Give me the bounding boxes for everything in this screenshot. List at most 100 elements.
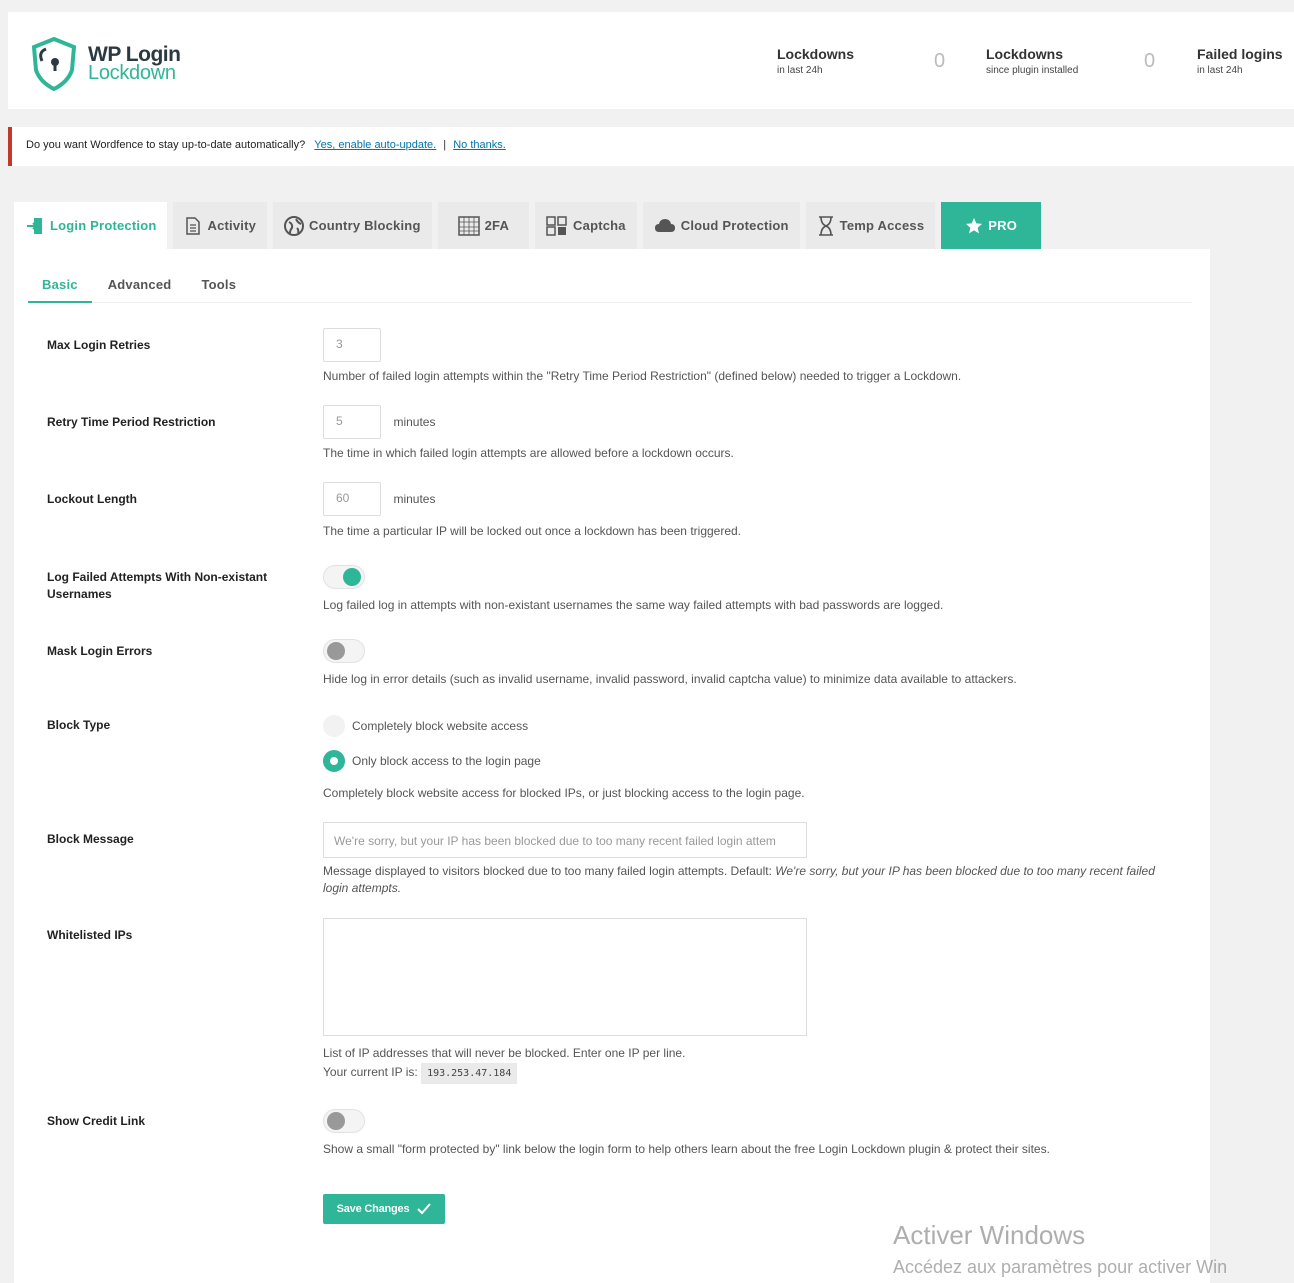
brand-line-2: Lockdown (88, 62, 176, 84)
grid-icon (457, 215, 480, 236)
save-changes-button[interactable]: Save Changes (323, 1194, 445, 1224)
wp-login-lockdown-logo: WP Login Lockdown (28, 36, 181, 92)
subtab-tools[interactable]: Tools (187, 271, 250, 303)
current-ip-row: Your current IP is: 193.253.47.184 (323, 1063, 1163, 1084)
retry-period-input[interactable]: 5 (323, 405, 381, 439)
tab-cloud-protection[interactable]: Cloud Protection (642, 202, 800, 249)
no-thanks-link[interactable]: No thanks. (453, 139, 506, 151)
retry-period-label: Retry Time Period Restriction (47, 415, 216, 429)
stat-lockdowns-24h: Lockdowns in last 24h (777, 46, 854, 76)
block-message-input[interactable]: We're sorry, but your IP has been blocke… (323, 822, 807, 858)
stat-value-lockdowns-total: 0 (1144, 50, 1156, 72)
enable-auto-update-link[interactable]: Yes, enable auto-update. (314, 139, 436, 151)
cloud-icon (654, 218, 676, 234)
stat-label: Lockdowns (986, 46, 1064, 62)
settings-panel: Basic Advanced Tools Max Login Retries 3… (14, 249, 1210, 1283)
tab-label: 2FA (484, 218, 510, 233)
mask-errors-toggle[interactable] (323, 639, 365, 663)
lockout-length-label: Lockout Length (47, 492, 137, 506)
auto-update-notice: Do you want Wordfence to stay up-to-date… (8, 127, 1294, 166)
tab-label: Temp Access (839, 218, 925, 233)
toggle-knob (327, 1112, 345, 1130)
notice-text: Do you want Wordfence to stay up-to-date… (26, 139, 306, 151)
tab-pro[interactable]: PRO (941, 202, 1042, 249)
tab-2fa[interactable]: 2FA (437, 202, 530, 249)
subtab-advanced[interactable]: Advanced (94, 271, 186, 303)
stat-label: Failed logins (1197, 46, 1283, 62)
radio-login-page-block[interactable] (323, 750, 345, 772)
tab-label: Captcha (573, 218, 626, 233)
tab-label: Login Protection (50, 218, 157, 233)
block-message-help: Message displayed to visitors blocked du… (323, 863, 1163, 897)
current-ip-value: 193.253.47.184 (421, 1063, 518, 1084)
document-icon (184, 216, 202, 235)
block-type-option-2[interactable]: Only block access to the login page (323, 750, 541, 772)
max-retries-input[interactable]: 3 (323, 328, 381, 362)
help-prefix: Message displayed to visitors blocked du… (323, 864, 772, 878)
tab-temp-access[interactable]: Temp Access (805, 202, 936, 249)
tab-label: Country Blocking (309, 218, 421, 233)
current-ip-prefix: Your current IP is: (323, 1065, 418, 1079)
check-icon (417, 1203, 432, 1215)
save-label: Save Changes (336, 1203, 410, 1215)
tab-captcha[interactable]: Captcha (535, 202, 637, 249)
credit-link-control (323, 1109, 365, 1133)
main-tabs: Login Protection Activity Country Blocki… (14, 202, 1047, 249)
retry-period-control: 5 minutes (323, 405, 435, 439)
block-message-label: Block Message (47, 832, 134, 846)
option-label: Only block access to the login page (352, 754, 541, 768)
captcha-icon (546, 215, 568, 236)
tab-label: Activity (207, 218, 257, 233)
tab-login-protection[interactable]: Login Protection (14, 202, 168, 249)
stat-value-lockdowns-24h: 0 (934, 50, 946, 72)
globe-icon (284, 215, 305, 236)
option-label: Completely block website access (352, 719, 529, 733)
credit-link-toggle[interactable] (323, 1109, 365, 1133)
max-retries-control: 3 (323, 328, 381, 362)
block-message-control: We're sorry, but your IP has been blocke… (323, 822, 807, 858)
lockout-length-unit: minutes (393, 492, 436, 506)
credit-link-help: Show a small "form protected by" link be… (323, 1142, 1050, 1156)
stat-failed-logins: Failed logins in last 24h (1197, 46, 1283, 76)
max-retries-label: Max Login Retries (47, 338, 151, 352)
block-type-option-1[interactable]: Completely block website access (323, 715, 528, 737)
block-type-label: Block Type (47, 718, 111, 732)
whitelist-textarea[interactable] (323, 918, 807, 1036)
tab-label: Cloud Protection (680, 218, 789, 233)
stat-label: Lockdowns (777, 46, 855, 62)
retry-period-unit: minutes (393, 415, 436, 429)
lockout-length-control: 60 minutes (323, 482, 435, 516)
tab-country-blocking[interactable]: Country Blocking (273, 202, 432, 249)
mask-errors-help: Hide log in error details (such as inval… (323, 672, 1017, 686)
hourglass-icon (817, 215, 835, 236)
radio-complete-block[interactable] (323, 715, 345, 737)
stat-sub: in last 24h (1197, 65, 1243, 76)
windows-activation-watermark: Activer Windows Accédez aux paramètres p… (893, 1220, 1227, 1278)
lockout-length-input[interactable]: 60 (323, 482, 381, 516)
stat-lockdowns-total: Lockdowns since plugin installed (986, 46, 1078, 76)
log-nonexistant-help: Log failed log in attempts with non-exis… (323, 598, 944, 612)
plugin-header: WP Login Lockdown Lockdowns in last 24h … (8, 12, 1294, 109)
shield-lock-icon (31, 36, 77, 92)
notice-separator: | (443, 139, 447, 151)
mask-errors-control (323, 639, 365, 663)
whitelist-label: Whitelisted IPs (47, 928, 133, 942)
sub-tabs: Basic Advanced Tools (28, 271, 1192, 303)
retry-period-help: The time in which failed login attempts … (323, 446, 734, 460)
stat-sub: since plugin installed (986, 65, 1079, 76)
toggle-knob (327, 642, 345, 660)
subtab-basic[interactable]: Basic (28, 271, 92, 303)
credit-link-label: Show Credit Link (47, 1114, 146, 1128)
login-icon (25, 216, 45, 236)
max-retries-help: Number of failed login attempts within t… (323, 369, 962, 383)
whitelist-help: List of IP addresses that will never be … (323, 1046, 686, 1060)
watermark-line-1: Activer Windows (893, 1220, 1086, 1250)
log-nonexistant-toggle[interactable] (323, 565, 365, 589)
block-type-help: Completely block website access for bloc… (323, 786, 805, 800)
watermark-line-2: Accédez aux paramètres pour activer Win (893, 1257, 1228, 1277)
stat-sub: in last 24h (777, 65, 823, 76)
whitelist-control (323, 918, 807, 1036)
tab-activity[interactable]: Activity (173, 202, 268, 249)
log-nonexistant-control (323, 565, 365, 589)
log-nonexistant-label: Log Failed Attempts With Non-existant Us… (47, 570, 268, 601)
